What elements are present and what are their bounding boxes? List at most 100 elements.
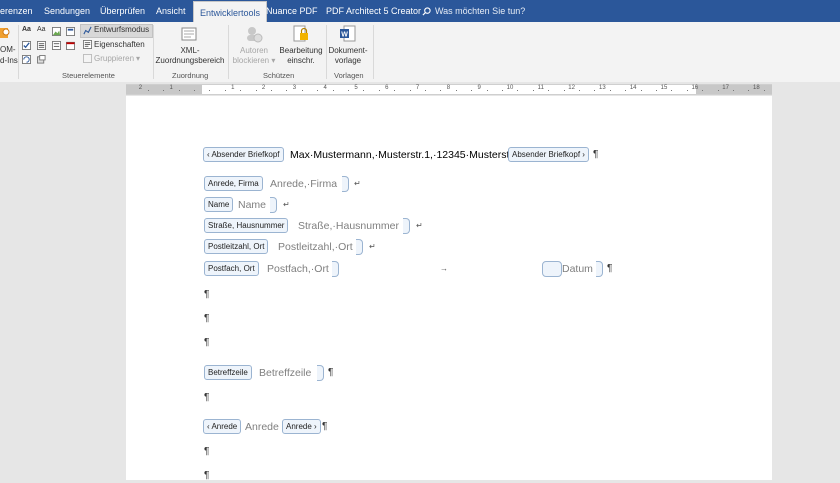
group-separator xyxy=(18,25,19,79)
group-button[interactable]: Gruppieren xyxy=(94,54,134,63)
ruler-tick xyxy=(286,90,288,91)
content-control-end xyxy=(317,365,324,381)
content-control-end xyxy=(403,218,410,234)
pobox-city-placeholder[interactable]: Postfach,·Ort xyxy=(267,262,329,276)
ruler-tick xyxy=(363,90,365,91)
subject-placeholder[interactable]: Betreffzeile xyxy=(259,366,311,380)
sender-tag-start[interactable]: ‹ Absender Briefkopf xyxy=(203,147,284,162)
ruler-number: 4 xyxy=(323,85,327,91)
ruler-tick xyxy=(301,90,303,91)
ruler-tick xyxy=(640,90,642,91)
picture-control-icon[interactable] xyxy=(52,27,61,36)
ruler-tick xyxy=(147,90,149,91)
zip-city-placeholder[interactable]: Postleitzahl,·Ort xyxy=(278,240,353,254)
tab-pdf-architect[interactable]: PDF Architect 5 Creator xyxy=(326,0,421,22)
date-placeholder[interactable]: Datum xyxy=(562,262,593,276)
ruler-tick xyxy=(748,90,750,91)
empty-paragraph-mark: ¶ xyxy=(204,446,210,457)
ruler-tick xyxy=(501,90,503,91)
name-tag[interactable]: Name xyxy=(204,197,234,212)
ruler-number: 2 xyxy=(261,85,266,91)
linebreak-mark: ↵ xyxy=(416,221,423,230)
com-addins-label[interactable]: OM- xyxy=(0,45,16,54)
ruler-tick xyxy=(486,90,488,91)
name-placeholder[interactable]: Name xyxy=(238,198,266,212)
salutation-tag-start[interactable]: ‹ Anrede xyxy=(203,419,242,434)
tab-references[interactable]: erenzen xyxy=(0,0,33,22)
street-placeholder[interactable]: Straße,·Hausnummer xyxy=(298,219,399,233)
salutation-company-placeholder[interactable]: Anrede,·Firma xyxy=(270,177,337,191)
ruler-tick xyxy=(255,90,257,91)
subject-tag[interactable]: Betreffzeile xyxy=(204,365,252,380)
horizontal-ruler[interactable]: 2 1 1 2 3 4 5 6 7 8 9 10 11 12 13 14 15 16 17 18 xyxy=(0,82,840,95)
restrict-editing-label-2: einschr. xyxy=(287,56,315,65)
ruler-tick xyxy=(702,90,704,91)
empty-paragraph-mark: ¶ xyxy=(204,337,210,348)
group-separator xyxy=(228,25,229,79)
ruler-number: 6 xyxy=(385,85,389,91)
sender-tag-end[interactable]: Absender Briefkopf › xyxy=(508,147,589,162)
tell-me-search[interactable]: Was möchten Sie tun? xyxy=(422,0,525,22)
properties-button[interactable]: Eigenschaften xyxy=(94,40,145,49)
checkbox-control-icon[interactable] xyxy=(22,41,31,50)
linebreak-mark: ↵ xyxy=(369,242,376,251)
tab-review[interactable]: Überprüfen xyxy=(100,0,145,22)
ruler-tick xyxy=(471,90,473,91)
ruler-number: 14 xyxy=(629,85,637,91)
building-block-control-icon[interactable] xyxy=(66,27,75,36)
block-authors-button[interactable]: Autoren blockieren ▾ xyxy=(230,46,278,66)
design-mode-label: Entwurfsmodus xyxy=(94,25,150,34)
salutation-placeholder[interactable]: Anrede xyxy=(245,420,279,434)
ruler-tick xyxy=(193,90,195,91)
ruler-number: 11 xyxy=(537,85,544,91)
sender-text[interactable]: Max·Mustermann,·Musterstr.1,·12345·Muste… xyxy=(290,148,524,162)
pobox-city-tag[interactable]: Postfach, Ort xyxy=(204,261,259,276)
empty-paragraph-mark: ¶ xyxy=(204,313,210,324)
ruler-tick xyxy=(517,90,519,91)
ruler-tick xyxy=(594,90,596,91)
block-authors-label-1: Autoren xyxy=(239,46,269,55)
repeating-section-icon[interactable] xyxy=(22,55,31,64)
content-control-end xyxy=(596,261,603,277)
plain-text-control-icon[interactable]: Aa xyxy=(37,26,46,33)
content-control-end xyxy=(270,197,277,213)
lightbulb-search-icon xyxy=(422,7,431,16)
controls-group-label: Steuerelemente xyxy=(62,71,115,80)
tab-view[interactable]: Ansicht xyxy=(156,0,186,22)
combo-box-control-icon[interactable] xyxy=(37,41,46,50)
ruler-number: 2 xyxy=(138,85,143,91)
ruler-tick xyxy=(732,90,734,91)
tab-nuance-pdf[interactable]: Nuance PDF xyxy=(266,0,318,22)
rich-text-control-icon[interactable]: Aa xyxy=(22,26,31,33)
salutation-tag-label: Anrede xyxy=(211,422,238,431)
ruler-tick xyxy=(440,90,442,91)
restrict-editing-icon xyxy=(293,25,308,42)
dropdown-control-icon[interactable] xyxy=(52,41,61,50)
restrict-editing-button[interactable]: Bearbeitung einschr. xyxy=(277,46,325,66)
ruler-tick xyxy=(671,90,673,91)
tab-mark: → xyxy=(440,264,448,273)
tab-developer[interactable]: Entwicklertools xyxy=(193,1,268,23)
date-picker-control-icon[interactable] xyxy=(66,41,75,50)
search-placeholder: Was möchten Sie tun? xyxy=(435,6,526,16)
tab-mailings[interactable]: Sendungen xyxy=(44,0,90,22)
ruler-number: 16 xyxy=(691,85,699,91)
xml-mapping-button[interactable]: XML- Zuordnungsbereich xyxy=(155,46,225,66)
date-control-start[interactable] xyxy=(542,261,562,277)
document-template-icon: W xyxy=(340,25,356,42)
ruler-tick xyxy=(763,90,765,91)
ruler-tick xyxy=(409,90,411,91)
pilcrow-mark: ¶ xyxy=(328,367,334,378)
com-addins-label-2[interactable]: d-Ins xyxy=(0,56,18,65)
salutation-company-tag[interactable]: Anrede, Firma xyxy=(204,176,263,191)
ruler-number: 5 xyxy=(354,85,358,91)
document-template-button[interactable]: Dokument-vorlage xyxy=(324,46,372,66)
ruler-number: 12 xyxy=(568,85,575,91)
legacy-tools-icon[interactable] xyxy=(37,55,46,64)
zip-city-tag[interactable]: Postleitzahl, Ort xyxy=(204,239,269,254)
salutation-tag-end[interactable]: Anrede › xyxy=(282,419,321,434)
ruler-tick xyxy=(717,90,719,91)
ruler-tick xyxy=(209,90,211,91)
street-tag[interactable]: Straße, Hausnummer xyxy=(204,218,289,233)
ruler-tick xyxy=(332,90,334,91)
